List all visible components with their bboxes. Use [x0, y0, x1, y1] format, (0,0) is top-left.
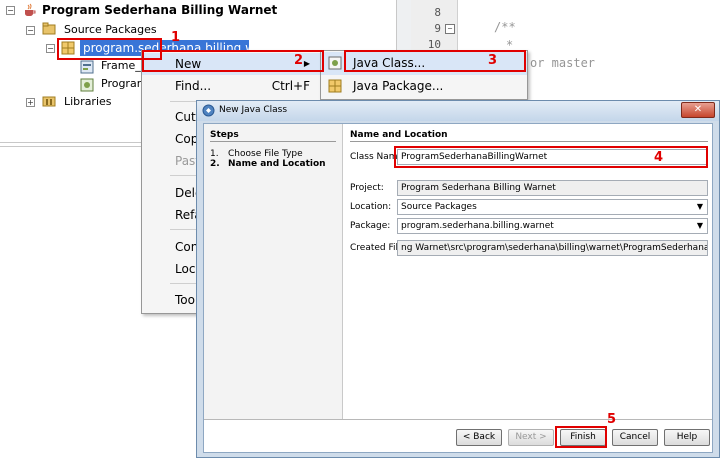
libraries-node[interactable]: Libraries	[64, 94, 112, 110]
menu-item-find[interactable]: Find... Ctrl+F	[142, 75, 320, 97]
libraries-icon	[42, 96, 56, 107]
source-folder-icon	[42, 22, 56, 35]
package-select[interactable]: program.sederhana.billing.warnet ▼	[397, 218, 708, 234]
callout-box-3	[344, 50, 526, 72]
project-field: Program Sederhana Billing Warnet	[397, 180, 708, 196]
collapse-toggle[interactable]: −	[26, 26, 35, 35]
netbeans-icon	[202, 104, 215, 117]
menu-item-label: Java Package...	[353, 79, 444, 93]
project-label: Project:	[350, 183, 384, 193]
collapse-toggle[interactable]: −	[6, 6, 15, 15]
menu-item-label: Too	[175, 293, 195, 307]
fold-toggle[interactable]: −	[445, 24, 455, 34]
package-value: program.sederhana.billing.warnet	[401, 221, 554, 231]
step-choose-file-type: Choose File Type	[228, 149, 303, 159]
code-comment-start: /**	[494, 20, 516, 34]
package-icon	[328, 79, 342, 93]
menu-item-label: Cop	[175, 132, 199, 146]
callout-box-5	[555, 426, 607, 448]
created-file-field: ng Warnet\src\program\sederhana\billing\…	[397, 240, 708, 256]
back-button[interactable]: < Back	[456, 429, 502, 446]
callout-number-4: 4	[654, 150, 664, 165]
steps-heading: Steps	[210, 130, 239, 140]
file-node-frame[interactable]: Frame_	[101, 58, 141, 74]
menu-item-label: Loc	[175, 262, 196, 276]
menu-item-label: Con	[175, 240, 199, 254]
next-button[interactable]: Next >	[508, 429, 554, 446]
close-icon: ✕	[693, 104, 703, 115]
dialog-content: Steps 1. Choose File Type 2. Name and Lo…	[203, 123, 713, 453]
source-packages-node[interactable]: Source Packages	[64, 22, 157, 38]
java-file-icon	[80, 78, 94, 92]
location-label: Location:	[350, 202, 392, 212]
button-bar-divider	[204, 419, 712, 420]
project-node[interactable]: Program Sederhana Billing Warnet	[42, 2, 277, 18]
chevron-down-icon: ▼	[696, 221, 703, 230]
chevron-down-icon: ▼	[696, 202, 703, 211]
code-comment-text: or master	[530, 56, 596, 70]
section-heading: Name and Location	[350, 130, 448, 140]
expand-toggle[interactable]: +	[26, 98, 35, 107]
package-label: Package:	[350, 221, 391, 231]
line-number: 8	[434, 6, 441, 19]
callout-number-2: 2	[294, 53, 304, 68]
step-number: 2.	[210, 159, 220, 169]
form-file-icon	[80, 60, 94, 74]
help-button[interactable]: Help	[664, 429, 710, 446]
close-button[interactable]: ✕	[681, 102, 715, 118]
callout-number-5: 5	[607, 412, 617, 427]
menu-item-java-package[interactable]: Java Package...	[321, 75, 527, 98]
steps-divider	[210, 141, 336, 142]
collapse-toggle[interactable]: −	[46, 44, 55, 53]
java-project-icon	[25, 3, 36, 17]
cancel-button[interactable]: Cancel	[612, 429, 658, 446]
location-value: Source Packages	[401, 202, 477, 212]
steps-panel: Steps 1. Choose File Type 2. Name and Lo…	[204, 124, 343, 419]
line-number: 9	[434, 22, 441, 35]
java-class-icon	[328, 56, 342, 70]
menu-item-shortcut: Ctrl+F	[271, 79, 310, 93]
menu-item-label: Cut	[175, 110, 196, 124]
step-name-and-location: Name and Location	[228, 159, 326, 169]
dialog-title: New Java Class	[219, 105, 288, 115]
menu-item-label: Find...	[175, 79, 212, 93]
section-divider	[350, 141, 708, 142]
location-select[interactable]: Source Packages ▼	[397, 199, 708, 215]
step-number: 1.	[210, 149, 219, 159]
callout-number-1: 1	[171, 30, 181, 45]
callout-number-3: 3	[488, 53, 498, 68]
dialog-title-bar[interactable]: New Java Class ✕	[197, 101, 719, 121]
